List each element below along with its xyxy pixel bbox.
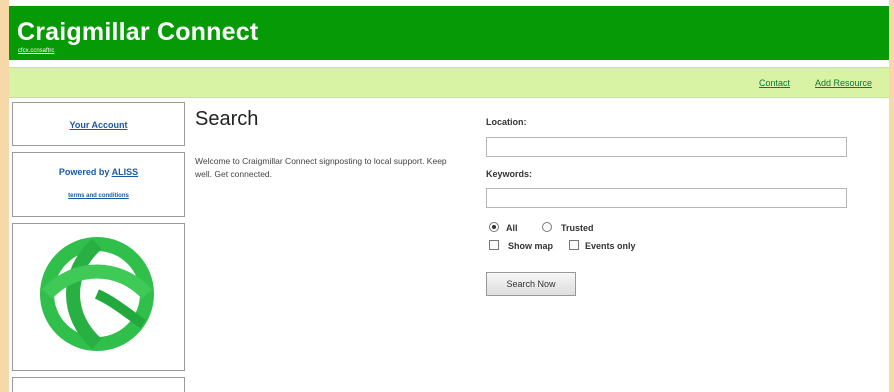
- nav-add-resource-link[interactable]: Add Resource: [815, 78, 872, 88]
- craigmillar-logo-icon: [40, 237, 154, 351]
- powered-by-text: Powered by ALISS: [13, 167, 184, 177]
- keywords-input[interactable]: [486, 188, 847, 208]
- site-subtitle-link[interactable]: cfcx.ccnsaftrc: [18, 48, 54, 54]
- events-only-checkbox[interactable]: [569, 240, 579, 250]
- powered-by-label: Powered by: [58, 167, 110, 177]
- filter-all-radio[interactable]: [489, 222, 499, 232]
- location-input[interactable]: [486, 137, 847, 157]
- filter-trusted-label[interactable]: Trusted: [561, 223, 594, 233]
- sidebar-account-box: Your Account: [12, 102, 185, 146]
- terms-link[interactable]: terms and conditions: [13, 193, 184, 199]
- aliss-link[interactable]: ALISS: [112, 167, 139, 177]
- sidebar-logo-box: [12, 223, 185, 371]
- filter-all-label[interactable]: All: [506, 223, 518, 233]
- keywords-label: Keywords:: [486, 169, 533, 179]
- show-map-checkbox[interactable]: [489, 240, 499, 250]
- sidebar-powered-box: Powered by ALISS terms and conditions: [12, 152, 185, 217]
- search-now-button[interactable]: Search Now: [486, 272, 576, 296]
- site-header: Craigmillar Connect cfcx.ccnsaftrc: [9, 6, 889, 60]
- welcome-text: Welcome to Craigmillar Connect signposti…: [195, 156, 447, 179]
- page-title: Search: [195, 108, 259, 130]
- top-navbar: Contact Add Resource: [9, 67, 889, 98]
- events-only-label[interactable]: Events only: [585, 241, 636, 251]
- site-title[interactable]: Craigmillar Connect: [17, 18, 258, 47]
- page-frame: Craigmillar Connect cfcx.ccnsaftrc Conta…: [9, 0, 889, 392]
- filter-trusted-radio[interactable]: [542, 222, 552, 232]
- nav-contact-link[interactable]: Contact: [759, 78, 790, 88]
- sidebar-bottom-box: [12, 377, 185, 392]
- location-label: Location:: [486, 117, 527, 127]
- show-map-label[interactable]: Show map: [508, 241, 553, 251]
- your-account-link[interactable]: Your Account: [13, 120, 184, 130]
